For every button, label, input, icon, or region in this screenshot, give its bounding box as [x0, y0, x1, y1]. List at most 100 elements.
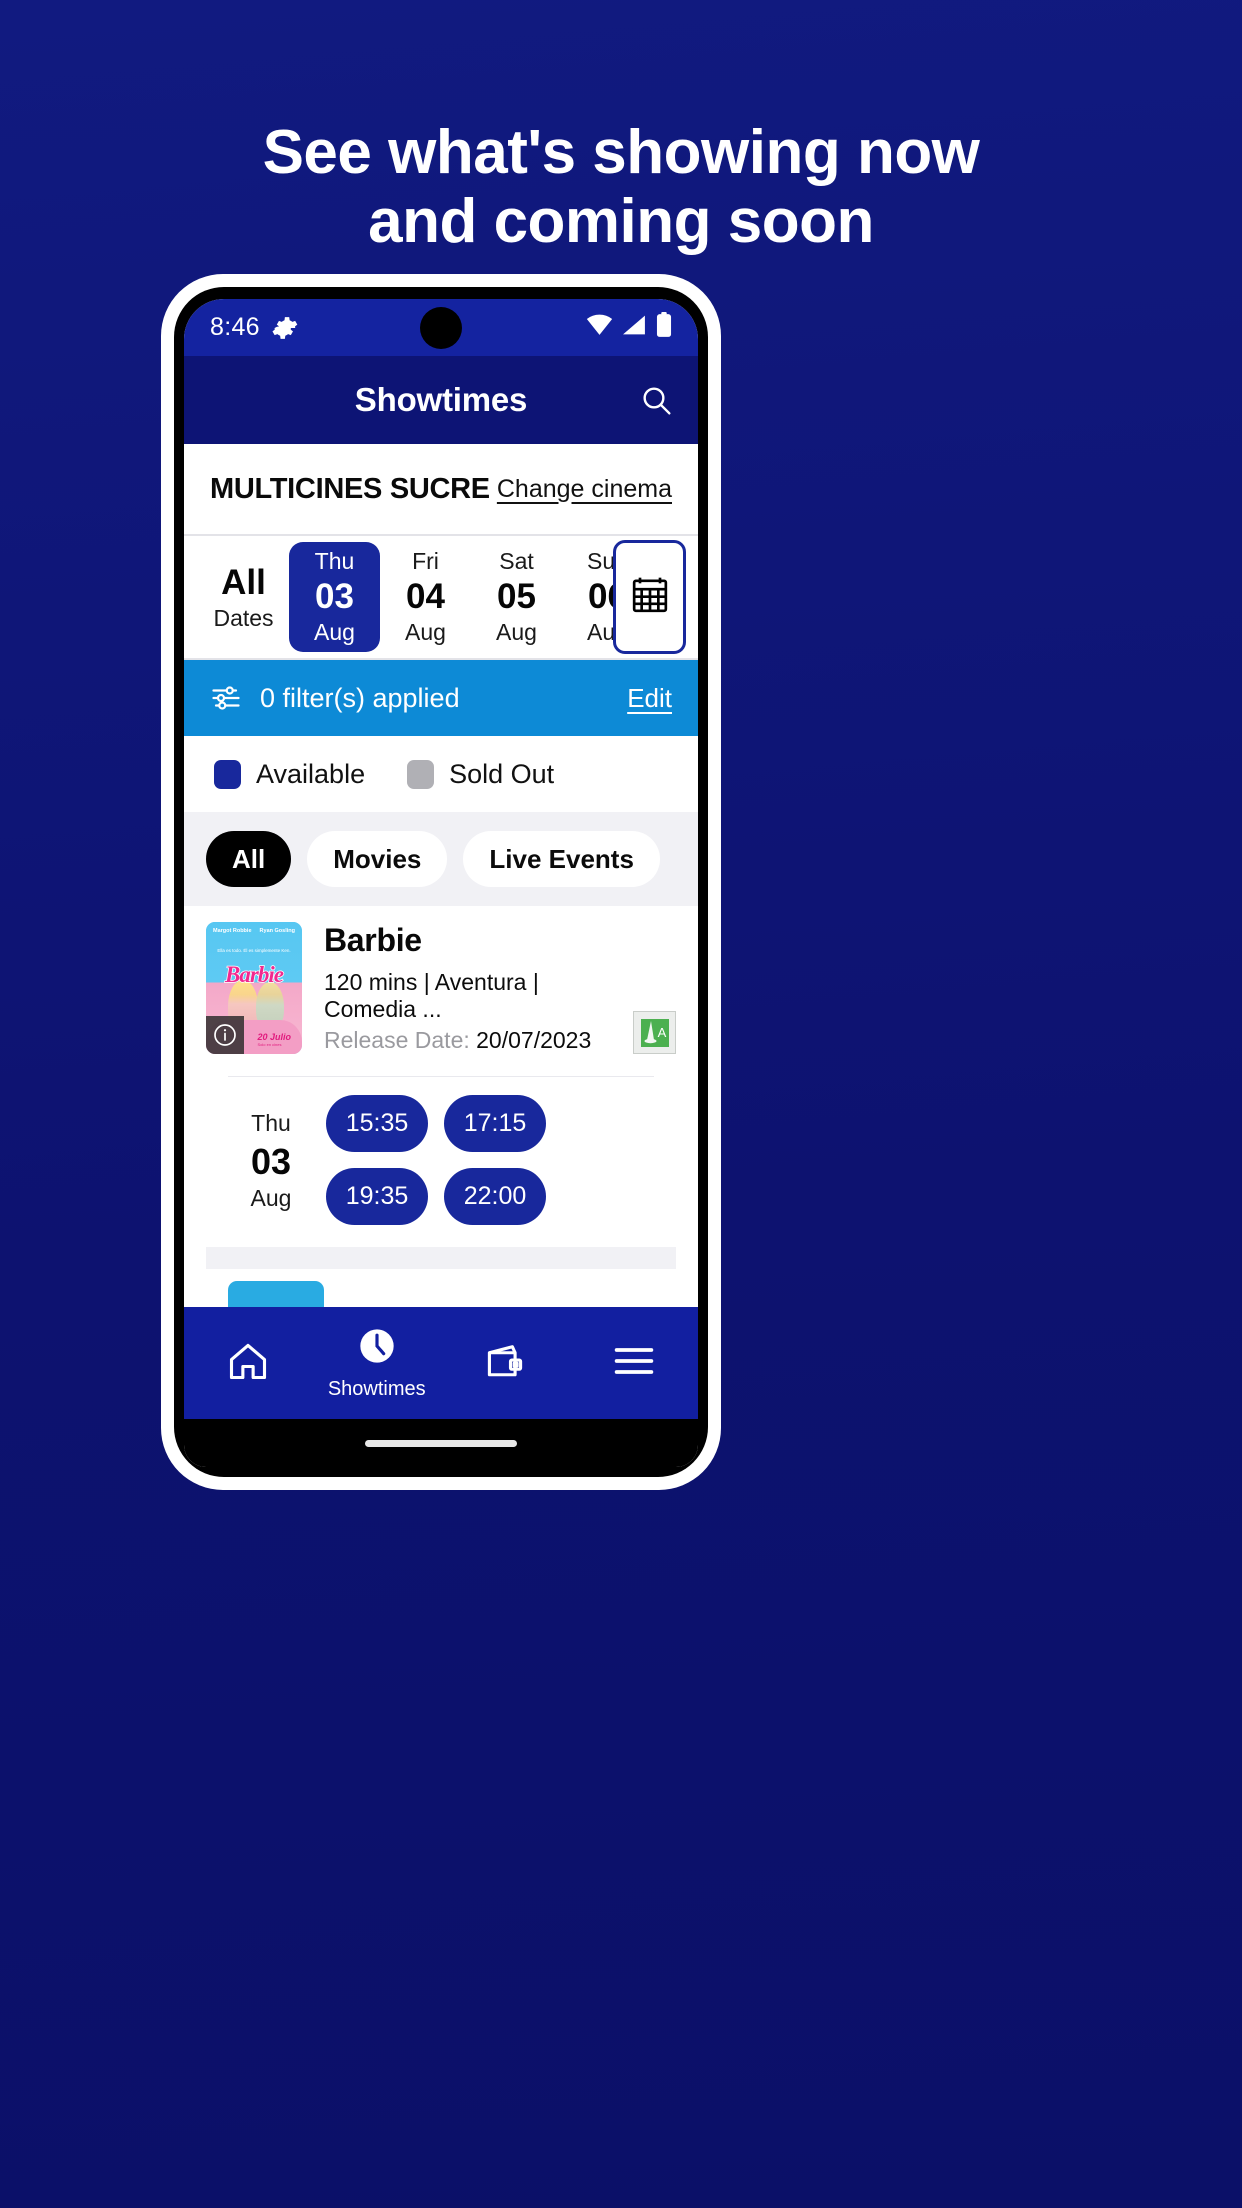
- cellular-signal-icon: [622, 314, 647, 341]
- rating-badge-icon: A: [640, 1018, 669, 1047]
- status-bar: 8:46: [184, 299, 698, 356]
- home-icon: [226, 1339, 270, 1388]
- rating-badge: A: [633, 1011, 676, 1054]
- movie-title: Barbie: [324, 922, 422, 958]
- poster-title-art: Barbie: [224, 961, 284, 988]
- showtime-pill[interactable]: 19:35: [326, 1168, 428, 1225]
- date-mon: Aug: [496, 619, 537, 645]
- camera-punch-hole: [420, 306, 462, 349]
- movie-release-line: Release Date: 20/07/2023: [324, 1027, 623, 1054]
- wallet-icon: [483, 1339, 527, 1388]
- promo-screenshot: See what's showing now and coming soon 8…: [0, 0, 1242, 2208]
- legend-available: Available: [214, 759, 365, 790]
- showtime-group: Thu 03 Aug 15:35 17:15 19:35 22:00: [206, 1077, 676, 1225]
- showtime-num: 03: [250, 1140, 292, 1182]
- date-selector[interactable]: All Dates Thu 03 Aug Fri 04 Aug Sat 05 A…: [184, 536, 698, 660]
- date-item-thu-03[interactable]: Thu 03 Aug: [289, 542, 380, 652]
- date-dow: Fri: [412, 548, 439, 575]
- soldout-swatch-icon: [407, 759, 435, 789]
- next-poster-peek: [228, 1281, 324, 1307]
- showtime-pills: 15:35 17:15 19:35 22:00: [314, 1095, 654, 1225]
- date-item-all[interactable]: All Dates: [198, 542, 289, 652]
- poster-tagline: Ella es todo. Él es simplemente Ken.: [217, 948, 291, 953]
- poster-release-badge: 20 Julio Solo en cines: [257, 1032, 291, 1047]
- showtime-pill[interactable]: 15:35: [326, 1095, 428, 1152]
- movie-release-prefix: Release Date:: [324, 1027, 477, 1053]
- filter-bar[interactable]: 0 filter(s) applied Edit: [184, 660, 698, 736]
- showtimes-list[interactable]: Margot Robbie Ryan Gosling Ella es todo.…: [184, 906, 698, 1307]
- legend-available-label: Available: [256, 758, 366, 789]
- card-separator: [206, 1247, 676, 1269]
- calendar-icon: [630, 575, 670, 620]
- showtime-mon: Aug: [250, 1184, 292, 1211]
- gear-icon: [272, 315, 298, 341]
- showtime-pill[interactable]: 22:00: [444, 1168, 546, 1225]
- tab-live-events[interactable]: Live Events: [463, 831, 660, 887]
- movie-card-barbie[interactable]: Margot Robbie Ryan Gosling Ella es todo.…: [184, 906, 698, 1307]
- rating-letter: A: [657, 1025, 666, 1040]
- filter-edit-link[interactable]: Edit: [627, 683, 672, 714]
- menu-hamburger-icon: [612, 1342, 656, 1385]
- movie-genre-line: 120 mins | Aventura | Comedia ...: [324, 969, 539, 1022]
- page-title: See what's showing now and coming soon: [0, 118, 1242, 257]
- date-item-fri-04[interactable]: Fri 04 Aug: [380, 542, 471, 652]
- date-num: All: [221, 562, 266, 602]
- showtime-date: Thu 03 Aug: [228, 1095, 314, 1225]
- nav-item-home[interactable]: [184, 1339, 313, 1388]
- nav-item-menu[interactable]: [570, 1342, 699, 1385]
- phone-frame: 8:46 Showtimes MULTICINES SUCRE Change c…: [161, 274, 721, 1490]
- status-bar-icons: [586, 312, 672, 343]
- date-num: 04: [406, 577, 445, 616]
- gesture-nav-area: [184, 1419, 698, 1467]
- phone-bezel: 8:46 Showtimes MULTICINES SUCRE Change c…: [174, 287, 708, 1477]
- movie-subinfo: 120 mins | Aventura | Comedia ... Releas…: [324, 969, 676, 1054]
- category-tabs[interactable]: All Movies Live Events: [184, 812, 698, 906]
- search-icon[interactable]: [640, 384, 672, 416]
- phone-screen: 8:46 Showtimes MULTICINES SUCRE Change c…: [184, 299, 698, 1467]
- cinema-row: MULTICINES SUCRE Change cinema: [184, 444, 698, 536]
- date-mon: Dates: [213, 604, 274, 631]
- calendar-picker-button[interactable]: [613, 540, 686, 654]
- date-item-sat-05[interactable]: Sat 05 Aug: [471, 542, 562, 652]
- date-mon: Aug: [314, 619, 355, 645]
- change-cinema-link[interactable]: Change cinema: [497, 475, 672, 504]
- legend-soldout-label: Sold Out: [449, 758, 555, 789]
- movie-details: Barbie 120 mins | Aventura | Comedia ...…: [302, 922, 676, 1054]
- bottom-navigation[interactable]: Showtimes: [184, 1307, 698, 1419]
- nav-item-showtimes[interactable]: Showtimes: [313, 1326, 442, 1401]
- tab-all[interactable]: All: [206, 831, 292, 887]
- nav-label-showtimes: Showtimes: [327, 1377, 426, 1400]
- filter-count-label: 0 filter(s) applied: [260, 682, 460, 713]
- gesture-bar[interactable]: [365, 1439, 517, 1447]
- info-icon[interactable]: [206, 1016, 244, 1054]
- app-bar-title: Showtimes: [354, 381, 528, 418]
- filter-sliders-icon: [210, 683, 242, 713]
- movie-subinfo-text: 120 mins | Aventura | Comedia ... Releas…: [324, 969, 623, 1054]
- clock-icon: [357, 1326, 397, 1371]
- movie-release-date: 20/07/2023: [476, 1027, 592, 1053]
- headline-line-1: See what's showing now: [262, 118, 980, 187]
- tab-movies[interactable]: Movies: [307, 831, 448, 887]
- battery-icon: [656, 312, 672, 343]
- headline-line-2: and coming soon: [368, 187, 874, 257]
- status-bar-time: 8:46: [210, 313, 260, 341]
- legend-soldout: Sold Out: [407, 759, 554, 790]
- movie-poster[interactable]: Margot Robbie Ryan Gosling Ella es todo.…: [206, 922, 302, 1054]
- poster-release-date: 20 Julio: [257, 1032, 291, 1042]
- nav-item-wallet[interactable]: [441, 1339, 570, 1388]
- available-swatch-icon: [214, 759, 241, 789]
- date-num: 05: [497, 577, 536, 616]
- date-dow: Sat: [499, 548, 534, 575]
- date-dow: Thu: [314, 548, 355, 575]
- seat-legend: Available Sold Out: [184, 736, 698, 812]
- date-mon: Aug: [405, 619, 446, 645]
- poster-credit-right: Ryan Gosling: [259, 928, 295, 934]
- cinema-name: MULTICINES SUCRE: [210, 472, 490, 505]
- poster-release-sub: Solo en cines: [257, 1042, 282, 1047]
- poster-credit-left: Margot Robbie: [213, 928, 252, 934]
- date-num: 03: [315, 577, 354, 616]
- wifi-icon: [586, 314, 613, 341]
- showtime-pill[interactable]: 17:15: [444, 1095, 546, 1152]
- showtime-dow: Thu: [251, 1110, 291, 1136]
- next-movie-card-peek[interactable]: [206, 1269, 676, 1307]
